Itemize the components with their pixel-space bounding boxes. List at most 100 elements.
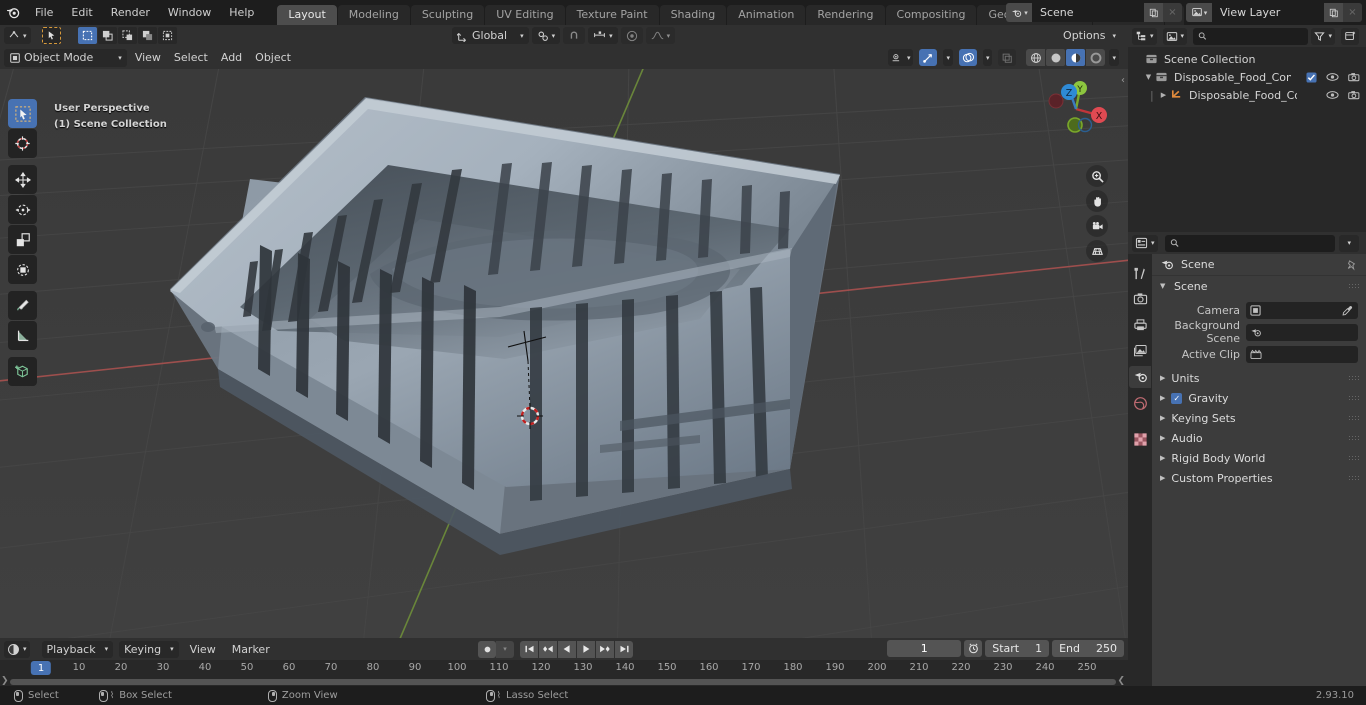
playhead[interactable]: 1 <box>30 661 52 675</box>
timeline-menu-keying[interactable]: Keying ▾ <box>119 640 179 658</box>
snap-settings-dropdown[interactable]: ▾ <box>588 27 618 44</box>
properties-search-input[interactable] <box>1164 234 1336 252</box>
camera-field[interactable] <box>1246 301 1358 319</box>
unlink-scene-button[interactable]: × <box>1163 3 1182 22</box>
panel-triangle-icon[interactable]: ▶ <box>1160 474 1165 482</box>
xray-toggle[interactable] <box>998 49 1017 66</box>
workspace-tab-uv-editing[interactable]: UV Editing <box>485 5 565 25</box>
rigid-body-world-section[interactable]: ▶ Rigid Body World <box>1152 448 1366 468</box>
next-keyframe-button[interactable] <box>596 640 614 658</box>
transform-tool[interactable] <box>8 255 37 284</box>
visibility-dropdown[interactable]: ▾ <box>887 49 914 66</box>
eyedropper-icon[interactable] <box>1342 305 1353 316</box>
navigation-gizmo[interactable]: Y Z X <box>1040 73 1112 145</box>
scene-panel-header[interactable]: ▼ Scene <box>1152 275 1366 296</box>
pin-icon[interactable] <box>1346 259 1358 271</box>
world-tab[interactable] <box>1129 392 1151 414</box>
move-tool[interactable] <box>8 165 37 194</box>
sidebar-collapse-arrow-icon[interactable]: ‹ <box>1121 75 1125 86</box>
panel-triangle-icon[interactable]: ▼ <box>1160 282 1169 290</box>
workspace-tab-texture-paint[interactable]: Texture Paint <box>565 5 659 25</box>
timeline-scroll-left-arrow-icon[interactable]: ❯ <box>1 676 9 686</box>
outliner-editor[interactable]: ▾ ▾ ▾ Scene Collection ▼ Disposable_Food… <box>1128 25 1366 232</box>
add-cube-tool[interactable] <box>8 357 37 386</box>
properties-editor[interactable]: ▾ ▾ Scene ▼ Scene Camera Background Scen… <box>1128 232 1366 686</box>
workspace-tab-animation[interactable]: Animation <box>727 5 806 25</box>
gravity-section[interactable]: ▶ ✓ Gravity <box>1152 388 1366 408</box>
render-tab[interactable] <box>1129 288 1151 310</box>
custom-properties-section[interactable]: ▶ Custom Properties <box>1152 468 1366 488</box>
keying-sets-section[interactable]: ▶ Keying Sets <box>1152 408 1366 428</box>
select-extend-icon[interactable] <box>97 27 117 44</box>
overlays-dropdown[interactable]: ▾ <box>982 49 993 66</box>
viewport-3d[interactable]: ▾ Global ▾ ▾ ▾ ▾ Options ▾ Object Mode ▾… <box>0 25 1128 638</box>
new-scene-button[interactable] <box>1144 3 1163 22</box>
active-clip-field[interactable] <box>1246 345 1358 363</box>
current-frame-field[interactable]: 1 <box>887 640 962 657</box>
zoom-icon[interactable] <box>1086 165 1108 187</box>
end-frame-field[interactable]: End 250 <box>1052 640 1124 657</box>
panel-triangle-icon[interactable]: ▶ <box>1160 434 1165 442</box>
hide-viewport-eye-icon[interactable] <box>1326 90 1339 100</box>
scene-selector[interactable]: ▾ Scene × <box>1006 3 1182 22</box>
view-layer-name[interactable]: View Layer <box>1212 3 1324 22</box>
transform-orientation-dropdown[interactable]: Global ▾ <box>452 27 529 44</box>
proportional-falloff-dropdown[interactable]: ▾ <box>645 27 676 44</box>
outliner-search-field[interactable] <box>1210 30 1304 42</box>
workspace-tab-sculpting[interactable]: Sculpting <box>410 5 485 25</box>
select-subtract-icon[interactable] <box>117 27 137 44</box>
timeline-menu-marker[interactable]: Marker <box>227 641 275 658</box>
timeline-editor[interactable]: ▾ Playback ▾ Keying ▾ View Marker ▾ 1 St… <box>0 638 1128 686</box>
gizmo-toggle[interactable] <box>919 49 938 66</box>
disable-render-camera-icon[interactable] <box>1348 90 1360 100</box>
timeline-horizontal-scrollbar[interactable] <box>10 679 1116 685</box>
workspace-tab-rendering[interactable]: Rendering <box>806 5 885 25</box>
new-view-layer-button[interactable] <box>1324 3 1343 22</box>
shading-solid-icon[interactable] <box>1046 49 1066 66</box>
disable-render-camera-icon[interactable] <box>1348 72 1360 82</box>
shading-material-preview-icon[interactable] <box>1066 49 1086 66</box>
cursor-tool[interactable] <box>8 129 37 158</box>
view-layer-selector[interactable]: ▾ View Layer × <box>1186 3 1362 22</box>
blender-logo-icon[interactable] <box>0 0 26 25</box>
pan-hand-icon[interactable] <box>1086 190 1108 212</box>
viewport-menu-select[interactable]: Select <box>169 49 213 66</box>
properties-editor-icon[interactable]: ▾ <box>1132 234 1158 252</box>
panel-triangle-icon[interactable]: ▶ <box>1160 454 1165 462</box>
remove-view-layer-button[interactable]: × <box>1343 3 1362 22</box>
scene-tab[interactable] <box>1129 366 1151 388</box>
viewport-menu-object[interactable]: Object <box>250 49 296 66</box>
units-section[interactable]: ▶ Units <box>1152 368 1366 388</box>
new-collection-icon[interactable] <box>1341 27 1359 45</box>
workspace-tab-modeling[interactable]: Modeling <box>337 5 410 25</box>
jump-to-start-button[interactable] <box>520 640 538 658</box>
outliner-row-scene-collection[interactable]: Scene Collection <box>1128 50 1366 68</box>
select-intersect-icon[interactable] <box>157 27 177 44</box>
shading-rendered-icon[interactable] <box>1086 49 1106 66</box>
panel-triangle-icon[interactable]: ▶ <box>1160 414 1165 422</box>
outliner-row-object[interactable]: | ▶ Disposable_Food_Contai <box>1128 86 1366 104</box>
snap-toggle[interactable] <box>563 27 586 44</box>
panel-triangle-icon[interactable]: ▶ <box>1160 374 1165 382</box>
viewport-options-dropdown[interactable]: Options ▾ <box>1058 27 1121 44</box>
scene-name[interactable]: Scene <box>1032 3 1144 22</box>
hide-viewport-eye-icon[interactable] <box>1326 72 1339 82</box>
auto-keying-icon[interactable] <box>964 640 983 657</box>
jump-to-end-button[interactable] <box>615 640 633 658</box>
gravity-checkbox[interactable]: ✓ <box>1171 392 1183 404</box>
timeline-menu-playback[interactable]: Playback ▾ <box>41 640 114 658</box>
background-scene-field[interactable] <box>1246 323 1358 341</box>
outliner-display-mode-dropdown[interactable]: ▾ <box>1132 27 1157 45</box>
auto-keying-record-button[interactable] <box>478 640 496 658</box>
exclude-checkbox[interactable] <box>1306 71 1317 83</box>
chevron-down-icon[interactable]: ▾ <box>1339 234 1359 252</box>
select-invert-icon[interactable] <box>137 27 157 44</box>
snap-pivot-dropdown[interactable]: ▾ <box>531 27 561 44</box>
select-set-icon[interactable] <box>77 27 97 44</box>
view-layer-tab[interactable] <box>1129 340 1151 362</box>
viewport-canvas[interactable] <box>0 69 1128 638</box>
outliner-filter-dropdown[interactable]: ▾ <box>1311 27 1335 45</box>
output-tab[interactable] <box>1129 314 1151 336</box>
audio-section[interactable]: ▶ Audio <box>1152 428 1366 448</box>
play-button[interactable] <box>577 640 595 658</box>
